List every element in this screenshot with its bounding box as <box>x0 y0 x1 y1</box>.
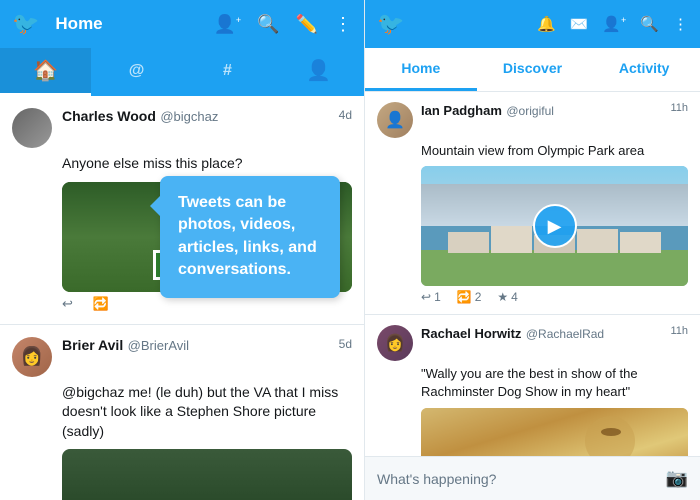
left-tweet-feed: 4d Charles Wood @bigchaz Anyone else mis… <box>0 96 364 500</box>
nav-home[interactable]: 🏠 <box>0 48 91 96</box>
left-header-title: Home <box>55 14 197 34</box>
nav-hashtag[interactable]: # <box>182 48 273 96</box>
dog-nose <box>601 428 621 436</box>
tweet-charles-time: 4d <box>339 108 352 122</box>
play-button[interactable]: ▶ <box>533 204 577 248</box>
tab-activity[interactable]: Activity <box>588 48 700 91</box>
tweet-tooltip: Tweets can be photos, videos, articles, … <box>160 176 340 298</box>
twitter-logo-left: 🐦 <box>12 11 39 37</box>
tweet-brier-header: 👩 5d Brier Avil @BrierAvil <box>12 337 352 377</box>
mountain-view-visual: ▶ <box>421 166 688 286</box>
add-user-button-left[interactable]: 👤+ <box>213 14 241 35</box>
tweet-ian-text: Mountain view from Olympic Park area <box>421 142 688 160</box>
twitter-logo-right: 🐦 <box>377 11 404 37</box>
add-user-button-right[interactable]: 👤+ <box>602 15 626 33</box>
right-header: 🐦 🔔 ✉️ 👤+ 🔍 ⋮ <box>365 0 700 48</box>
compose-button-left[interactable]: ✏️ <box>296 14 318 35</box>
left-header: 🐦 Home 👤+ 🔍 ✏️ ⋮ <box>0 0 364 48</box>
retweet-button-charles[interactable]: 🔁 <box>93 296 109 312</box>
tweet-rachael-name: Rachael Horwitz <box>421 326 521 341</box>
retweet-button-ian[interactable]: 🔁 2 <box>457 290 482 304</box>
tweet-rachael-time: 11h <box>670 325 688 337</box>
tweet-ian-header: 👤 Ian Padgham @origiful 11h <box>377 102 688 138</box>
right-tweet-feed: 👤 Ian Padgham @origiful 11h Mountain vie… <box>365 92 700 456</box>
search-button-left[interactable]: 🔍 <box>257 14 279 35</box>
tweet-ian-actions: ↩ 1 🔁 2 ★ 4 <box>421 290 688 304</box>
tweet-ian-image: ▶ <box>421 166 688 286</box>
tweet-charles: 4d Charles Wood @bigchaz Anyone else mis… <box>0 96 364 325</box>
avatar-brier: 👩 <box>12 337 52 377</box>
ground <box>421 250 688 286</box>
tweet-brier-image: US CapitolThe House D Street NW. US Sena… <box>62 449 352 500</box>
dog-fur-texture <box>421 408 688 456</box>
avatar-charles <box>12 108 52 148</box>
tab-home[interactable]: Home <box>365 48 477 91</box>
tweet-brier-meta: 5d Brier Avil @BrierAvil <box>62 337 352 355</box>
nav-mentions[interactable]: @ <box>91 48 182 96</box>
mail-button[interactable]: ✉️ <box>570 15 589 33</box>
left-nav: 🏠 @ # 👤 <box>0 48 364 96</box>
bell-button[interactable]: 🔔 <box>537 15 556 33</box>
right-tabs: Home Discover Activity <box>365 48 700 92</box>
tweet-rachael-handle: @RachaelRad <box>526 327 604 341</box>
search-button-right[interactable]: 🔍 <box>640 15 659 33</box>
tweet-brier-text: @bigchaz me! (le duh) but the VA that I … <box>62 383 352 442</box>
reply-button-charles[interactable]: ↩ <box>62 296 73 312</box>
tooltip-arrow <box>150 196 160 216</box>
avatar-rachael: 👩 <box>377 325 413 361</box>
tweet-charles-actions: ↩ 🔁 <box>62 296 352 312</box>
tweet-brier-time: 5d <box>339 337 352 351</box>
tweet-rachael-header: 👩 Rachael Horwitz @RachaelRad 11h <box>377 325 688 361</box>
tab-discover[interactable]: Discover <box>477 48 589 91</box>
tweet-ian-time: 11h <box>670 102 688 114</box>
tweet-charles-text: Anyone else miss this place? <box>62 154 352 174</box>
tweet-brier: 👩 5d Brier Avil @BrierAvil @bigchaz me! … <box>0 325 364 500</box>
left-panel: 🐦 Home 👤+ 🔍 ✏️ ⋮ 🏠 @ # 👤 4d Charles Wood… <box>0 0 365 500</box>
more-button-left[interactable]: ⋮ <box>334 14 352 35</box>
tweet-brier-handle: @BrierAvil <box>128 338 189 353</box>
tweet-brier-author: Brier Avil <box>62 337 123 353</box>
right-panel: 🐦 🔔 ✉️ 👤+ 🔍 ⋮ Home Discover Activity 👤 <box>365 0 700 500</box>
like-button-ian[interactable]: ★ 4 <box>497 290 517 304</box>
nav-profile[interactable]: 👤 <box>273 48 364 96</box>
tweet-rachael-meta: Rachael Horwitz @RachaelRad <box>421 325 662 343</box>
camera-icon[interactable]: 📷 <box>666 468 688 489</box>
tweet-charles-author: Charles Wood <box>62 108 156 124</box>
tweet-ian: 👤 Ian Padgham @origiful 11h Mountain vie… <box>365 92 700 315</box>
tooltip-text: Tweets can be photos, videos, articles, … <box>178 194 317 278</box>
tweet-charles-handle: @bigchaz <box>160 109 218 124</box>
more-button-right[interactable]: ⋮ <box>673 15 688 33</box>
tweet-rachael: 👩 Rachael Horwitz @RachaelRad 11h "Wally… <box>365 315 700 456</box>
tweet-rachael-image <box>421 408 688 456</box>
tweet-ian-meta: Ian Padgham @origiful <box>421 102 662 120</box>
tweet-charles-header: 4d Charles Wood @bigchaz <box>12 108 352 148</box>
avatar-ian: 👤 <box>377 102 413 138</box>
compose-bar: What's happening? 📷 <box>365 456 700 500</box>
reply-button-ian[interactable]: ↩ 1 <box>421 290 441 304</box>
tweet-charles-meta: 4d Charles Wood @bigchaz <box>62 108 352 126</box>
tweet-ian-handle: @origiful <box>506 104 554 118</box>
compose-input[interactable]: What's happening? <box>377 471 658 487</box>
tweet-rachael-text: "Wally you are the best in show of the R… <box>421 365 688 401</box>
tweet-ian-name: Ian Padgham <box>421 103 502 118</box>
